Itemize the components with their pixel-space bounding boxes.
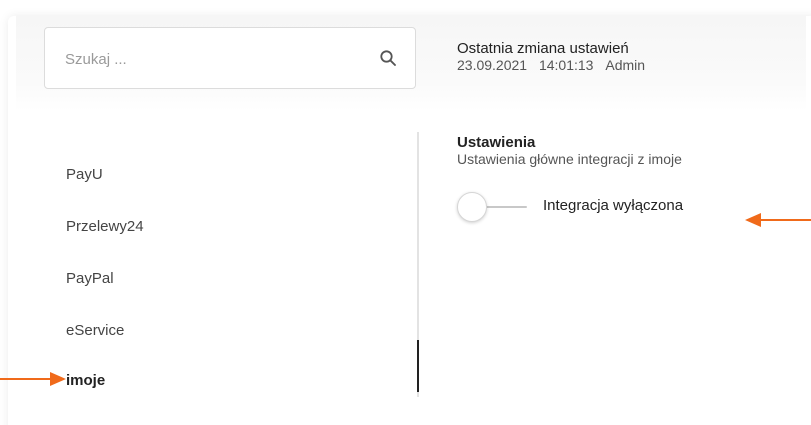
- toggle-knob[interactable]: [457, 192, 487, 222]
- settings-description: Ustawienia główne integracji z imoje: [457, 151, 682, 167]
- last-change-time: 14:01:13: [538, 57, 594, 73]
- last-change-info: Ostatnia zmiana ustawień 23.09.2021 14:0…: [457, 40, 645, 74]
- nav-item-eservice[interactable]: eService: [66, 322, 124, 339]
- integration-toggle[interactable]: [457, 192, 527, 222]
- active-nav-indicator: [417, 340, 419, 392]
- search-icon[interactable]: [379, 49, 397, 67]
- page: Ostatnia zmiana ustawień 23.09.2021 14:0…: [0, 0, 811, 425]
- nav-item-przelewy24[interactable]: Przelewy24: [66, 218, 144, 235]
- settings-heading: Ustawienia: [457, 134, 536, 151]
- nav-item-payu[interactable]: PayU: [66, 166, 103, 183]
- arrow-left-icon: [745, 213, 811, 227]
- last-change-date: 23.09.2021: [457, 57, 528, 73]
- search-input[interactable]: [65, 46, 355, 72]
- nav-item-paypal[interactable]: PayPal: [66, 270, 114, 287]
- settings-section: Ustawienia Ustawienia główne integracji …: [457, 134, 682, 168]
- arrow-right-icon: [0, 372, 66, 386]
- search-box[interactable]: [44, 27, 416, 89]
- last-change-meta: 23.09.2021 14:01:13 Admin: [457, 57, 645, 74]
- nav-item-imoje[interactable]: imoje: [66, 372, 105, 389]
- integration-toggle-label: Integracja wyłączona: [543, 197, 684, 214]
- last-change-user: Admin: [605, 57, 646, 73]
- last-change-title: Ostatnia zmiana ustawień: [457, 40, 629, 57]
